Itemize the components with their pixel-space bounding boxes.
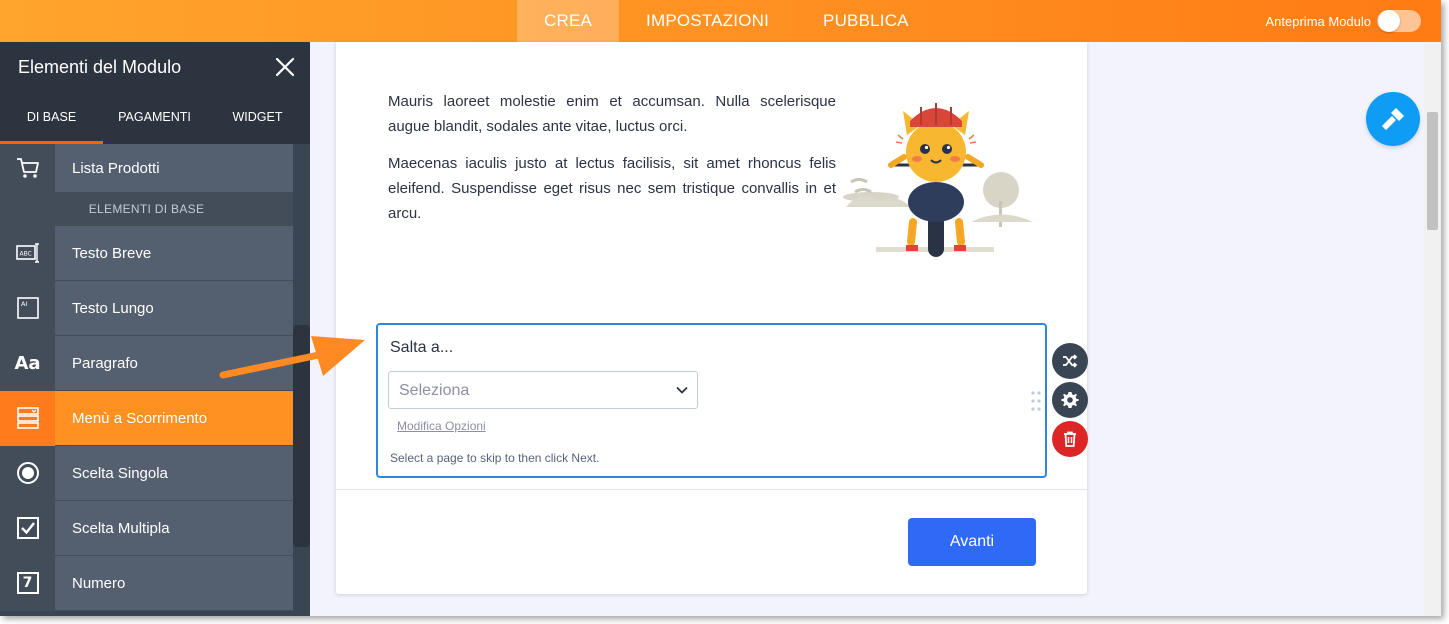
top-bar: CREA IMPOSTAZIONI PUBBLICA Anteprima Mod… [0, 0, 1441, 42]
skip-to-select[interactable]: Seleziona [388, 371, 698, 409]
toggle-knob [1378, 10, 1400, 32]
sidebar-item-label: Testo Breve [72, 244, 152, 262]
tab-crea[interactable]: CREA [517, 0, 620, 42]
sidebar-item-label: Testo Lungo [72, 299, 154, 317]
next-button[interactable]: Avanti [908, 518, 1036, 566]
delete-button[interactable] [1052, 421, 1088, 457]
app-window: CREA IMPOSTAZIONI PUBBLICA Anteprima Mod… [0, 0, 1441, 616]
top-nav: CREA IMPOSTAZIONI PUBBLICA [517, 0, 936, 42]
sidebar-header: Elementi del Modulo [0, 42, 310, 92]
sidebar-item-lista-prodotti[interactable]: Lista Prodotti [0, 143, 293, 193]
form-designer-button[interactable] [1366, 92, 1420, 146]
svg-text:AI: AI [21, 300, 27, 308]
field-sublabel: Select a page to skip to then click Next… [390, 451, 600, 465]
form-elements-sidebar: Elementi del Modulo DI BASE PAGAMENTI WI… [0, 42, 310, 616]
tab-pagamenti[interactable]: PAGAMENTI [103, 92, 206, 144]
edit-options-link[interactable]: Modifica Opzioni [397, 419, 486, 433]
close-icon[interactable] [272, 54, 298, 80]
paragraph-glyph: Aa [14, 352, 41, 374]
radio-icon [0, 445, 55, 501]
sidebar-item-label: Scelta Singola [72, 464, 168, 482]
preview-toggle[interactable] [1377, 10, 1421, 32]
paragraph-text-2: Maecenas iaculis justo at lectus facilis… [388, 155, 836, 222]
sidebar-item-label: Paragrafo [72, 354, 138, 372]
form-canvas: Mauris laoreet molestie enim et accumsan… [310, 42, 1441, 616]
divider [336, 489, 1087, 490]
sidebar-item-label: Numero [72, 574, 126, 592]
dropdown-icon [0, 390, 55, 446]
pointer-arrow [219, 336, 365, 379]
sidebar-item-scelta-multipla[interactable]: Scelta Multipla [0, 500, 293, 556]
chevron-down-icon [676, 386, 688, 394]
sidebar-item-scelta-singola[interactable]: Scelta Singola [0, 445, 293, 501]
sidebar-item-label: Lista Prodotti [72, 159, 160, 177]
settings-button[interactable] [1052, 382, 1088, 418]
select-placeholder: Seleziona [399, 382, 470, 399]
sidebar-item-menu-a-scorrimento[interactable]: Menù a Scorrimento [0, 390, 293, 446]
cart-icon [0, 143, 55, 193]
preview-label: Anteprima Modulo [1265, 13, 1372, 29]
tab-pubblica[interactable]: PUBBLICA [796, 0, 936, 42]
number-icon: 7 [0, 555, 55, 611]
sidebar-item-testo-breve[interactable]: ABC Testo Breve [0, 225, 293, 281]
sidebar-tabs: DI BASE PAGAMENTI WIDGET [0, 92, 310, 144]
paint-roller-icon [1381, 108, 1404, 131]
shuffle-button[interactable] [1052, 343, 1088, 379]
tab-impostazioni[interactable]: IMPOSTAZIONI [619, 0, 796, 42]
long-text-icon: AI [0, 280, 55, 336]
drag-handle-icon[interactable] [1030, 390, 1042, 412]
tab-di-base[interactable]: DI BASE [0, 92, 103, 144]
tab-widget[interactable]: WIDGET [206, 92, 309, 144]
short-text-icon: ABC [0, 225, 55, 281]
sidebar-title: Elementi del Modulo [18, 57, 182, 77]
number-glyph: 7 [16, 572, 39, 594]
svg-text:ABC: ABC [19, 251, 31, 258]
dropdown-field[interactable]: Salta a... Seleziona Modifica Opzioni Se… [376, 323, 1047, 478]
page-scrollbar[interactable] [1424, 42, 1441, 616]
paragraph-icon: Aa [0, 335, 55, 391]
form-preview: Anteprima Modulo [1265, 0, 1421, 42]
cat-cyclist-illustration [843, 103, 1033, 257]
trash-icon [1064, 431, 1076, 447]
checkbox-icon [0, 500, 55, 556]
scrollbar-thumb[interactable] [1427, 112, 1438, 230]
field-label: Salta a... [390, 339, 454, 356]
shuffle-icon [1063, 354, 1078, 368]
sidebar-item-label: Menù a Scorrimento [72, 409, 208, 427]
sidebar-item-testo-lungo[interactable]: AI Testo Lungo [0, 280, 293, 336]
gear-icon [1061, 392, 1079, 408]
sidebar-item-numero[interactable]: 7 Numero [0, 555, 293, 611]
sidebar-item-label: Scelta Multipla [72, 519, 170, 537]
section-header: ELEMENTI DI BASE [0, 193, 293, 226]
form-card: Mauris laoreet molestie enim et accumsan… [336, 42, 1087, 594]
paragraph-text-1: Mauris laoreet molestie enim et accumsan… [388, 93, 836, 135]
